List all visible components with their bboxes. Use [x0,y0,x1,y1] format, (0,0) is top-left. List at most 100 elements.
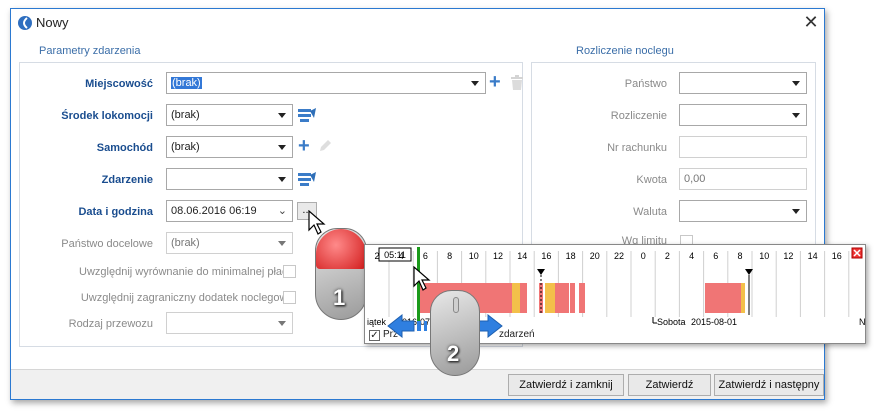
edit-pencil-icon[interactable] [318,139,332,153]
label-rozliczenie: Rozliczenie [610,110,667,122]
kwota-value: 0,00 [684,173,706,185]
section-title-parametry: Parametry zdarzenia [39,45,141,57]
label-panstwo: Państwo [624,78,667,90]
triangle-marker-icon [537,269,545,275]
dialog-footer: Zatwierdź i zamknij Zatwierdź Zatwierdź … [11,369,824,399]
hour-tick-label: 4 [689,251,694,261]
panstwo-docelowe-select[interactable]: (brak) [166,232,293,254]
hour-tick-label: 12 [783,251,793,261]
confirm-next-button[interactable]: Zatwierdź i następny [714,374,824,396]
chevron-down-icon [278,113,286,118]
hour-tick-label: 2 [665,251,670,261]
hour-tick-label: 14 [517,251,527,261]
waluta-select[interactable] [679,200,807,222]
hour-tick-label: 20 [590,251,600,261]
hour-tick-label: 18 [566,251,576,261]
srodek-lokomocji-select[interactable]: (brak) [166,104,293,126]
hour-tick-label: 14 [808,251,818,261]
activity-segment[interactable] [705,283,741,313]
activity-segment[interactable] [545,283,555,313]
add-icon[interactable]: + [489,72,501,92]
checkbox-label-end: zdarzeń [499,329,535,340]
hour-tick-label: 2 [374,251,379,261]
confirm-button[interactable]: Zatwierdź [628,374,711,396]
hour-tick-label: 16 [832,251,842,261]
hour-tick-label: 16 [541,251,551,261]
mouse-illustration-1: 1 [315,228,367,320]
panstwo-select[interactable] [679,72,807,94]
rozliczenie-select[interactable] [679,104,807,126]
label-rodzaj-przewozu: Rodzaj przewozu [68,318,153,330]
hour-tick-label: 10 [759,251,769,261]
section-title-rozliczenie: Rozliczenie noclegu [576,45,674,57]
add-icon[interactable]: + [298,136,310,156]
dodatek-checkbox[interactable] [283,291,296,304]
label-kwota: Kwota [636,174,667,186]
day-far-label: N [859,317,865,327]
label-data-i-godzina: Data i godzina [78,206,153,218]
confirm-close-button[interactable]: Zatwierdź i zamknij [508,374,624,396]
rodzaj-przewozu-select[interactable] [166,312,293,334]
label-dodatek: Uwzględnij zagraniczny dodatek noclegowy [80,292,293,304]
activity-segment[interactable] [570,283,575,313]
mouse-illustration-2: 2 [430,290,480,376]
prz-checkbox[interactable]: ✓ [369,330,380,341]
hour-tick-label: 6 [423,251,428,261]
hour-tick-label: 8 [447,251,452,261]
samochod-select[interactable]: (brak) [166,136,293,158]
mouse-scroll-wheel [453,297,459,313]
chevron-down-icon [278,321,286,326]
day-right-label: Sobota [657,317,686,327]
hour-tick-label: 12 [493,251,503,261]
hour-tick-label: 0 [641,251,646,261]
data-godzina-value: 08.06.2016 06:19 [171,205,257,217]
miejscowosc-value: (brak) [171,77,202,89]
label-nr-rachunku: Nr rachunku [607,142,667,154]
cursor-arrow-icon [413,266,431,291]
label-srodek-lokomocji: Środek lokomocji [61,110,153,122]
title-bar: Nowy ✕ [11,9,824,37]
label-panstwo-docelowe: Państwo docelowe [61,238,153,250]
miejscowosc-select[interactable]: (brak) [166,72,486,94]
activity-segment[interactable] [512,283,520,313]
app-logo-icon [18,16,32,30]
hour-tick-label: 10 [469,251,479,261]
label-zdarzenie: Zdarzenie [101,174,153,186]
hour-tick-label: 6 [713,251,718,261]
hour-tick-label: 8 [737,251,742,261]
trash-icon[interactable] [510,75,524,91]
zdarzenie-select[interactable] [166,168,293,190]
chevron-down-icon [278,145,286,150]
chevron-down-icon: ⌄ [277,205,287,217]
chevron-down-icon [792,113,800,118]
close-icon[interactable]: ✕ [801,12,821,32]
window-title: Nowy [36,15,69,30]
cursor-arrow-icon [308,210,326,235]
day-right-date: 2015-08-01 [691,317,737,327]
activity-segment[interactable] [520,283,527,313]
chevron-down-icon [278,241,286,246]
panstwo-docelowe-value: (brak) [171,237,200,249]
kwota-input[interactable]: 0,00 [679,168,807,190]
nr-rachunku-input[interactable] [679,136,807,158]
label-wyrownanie: Uwzględnij wyrównanie do minimalnej płac… [79,266,293,278]
activity-segment[interactable] [555,283,569,313]
chevron-down-icon [792,209,800,214]
list-lookup-icon[interactable] [298,108,316,122]
day-left-label: iątek [367,317,387,327]
data-godzina-picker[interactable]: 08.06.2016 06:19 ⌄ [166,200,293,222]
samochod-value: (brak) [171,141,200,153]
chevron-down-icon [278,177,286,182]
hour-tick-label: 4 [399,251,404,261]
chevron-down-icon [792,81,800,86]
scroll-left-arrow-icon[interactable] [386,314,436,338]
label-waluta: Waluta [633,206,667,218]
list-lookup-icon[interactable] [298,172,316,186]
srodek-value: (brak) [171,109,200,121]
label-miejscowosc: Miejscowość [85,78,153,90]
wyrownanie-checkbox[interactable] [283,265,296,278]
activity-segment[interactable] [579,283,585,313]
mouse-1-number: 1 [333,285,346,310]
label-samochod: Samochód [96,142,153,154]
activity-segment[interactable] [741,283,745,313]
